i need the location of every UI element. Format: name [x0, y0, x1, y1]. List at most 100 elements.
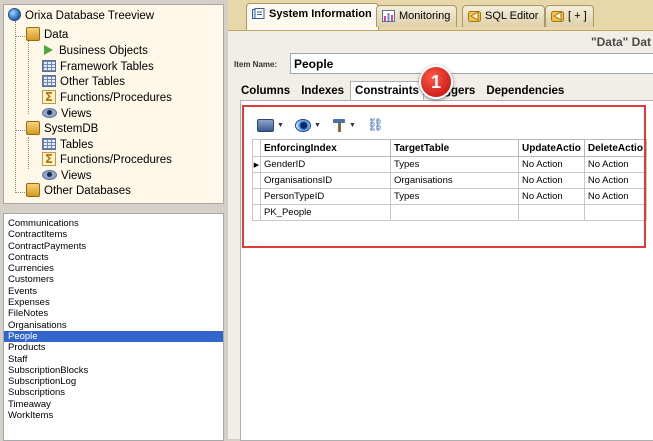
column-header[interactable]: DeleteActio: [583, 139, 647, 157]
list-item[interactable]: Expenses: [4, 297, 223, 308]
list-item[interactable]: People: [4, 330, 223, 343]
tab-label: Monitoring: [399, 10, 451, 22]
list-item[interactable]: Contracts: [4, 252, 223, 263]
sigma-icon: Σ: [42, 90, 56, 104]
table-cell[interactable]: [583, 204, 647, 221]
column-header[interactable]: TargetTable: [390, 139, 519, 157]
tree-node-label: Data: [44, 29, 69, 42]
table-grid-icon: [42, 137, 56, 150]
tree-node-views[interactable]: Views: [42, 107, 91, 122]
table-cell[interactable]: GenderID: [260, 156, 391, 173]
table-cell[interactable]: No Action: [583, 156, 647, 173]
globe-icon: [8, 8, 21, 22]
list-item[interactable]: SubscriptionLog: [4, 376, 223, 387]
tree-node-other-tables[interactable]: Other Tables: [42, 74, 125, 90]
list-item[interactable]: Organisations: [4, 320, 223, 331]
tools-icon[interactable]: [332, 119, 346, 132]
list-item[interactable]: Communications: [4, 218, 223, 229]
eye-icon: [42, 107, 57, 118]
tree-node-functions-procedures[interactable]: Σ Functions/Procedures: [42, 90, 172, 106]
view-dropdown-icon[interactable]: ▼: [314, 122, 321, 129]
table-row[interactable]: OrganisationsID Organisations No Action No …: [252, 172, 647, 189]
system-info-icon: [252, 8, 265, 19]
list-item[interactable]: ContractItems: [4, 229, 223, 240]
tree-connector-line: [15, 192, 25, 193]
column-header[interactable]: UpdateActio: [518, 139, 585, 157]
tree-node-business-objects[interactable]: Business Objects: [42, 44, 148, 59]
list-item[interactable]: Currencies: [4, 263, 223, 274]
table-cell[interactable]: No Action: [583, 188, 647, 205]
list-item[interactable]: Staff: [4, 354, 223, 365]
table-cell[interactable]: PersonTypeID: [260, 188, 391, 205]
database-treeview: Orixa Database Treeview Data Business Ob…: [3, 4, 224, 204]
subtab-dependencies[interactable]: Dependencies: [481, 81, 569, 101]
tree-node-other-databases[interactable]: Other Databases: [26, 183, 131, 199]
tree-node-label: SystemDB: [44, 123, 99, 136]
tree-node-system-functions[interactable]: Σ Functions/Procedures: [42, 152, 172, 168]
list-item[interactable]: Products: [4, 342, 223, 353]
link-icon[interactable]: ⛓: [367, 119, 384, 132]
subtab-indexes[interactable]: Indexes: [296, 81, 349, 101]
database-icon: [26, 27, 40, 41]
item-name-field[interactable]: People: [290, 53, 653, 74]
table-row[interactable]: ▶ GenderID Types No Action No Action: [252, 156, 647, 173]
table-row[interactable]: PersonTypeID Types No Action No Action: [252, 188, 647, 205]
tree-connector-line: [15, 130, 25, 131]
tree-node-framework-tables[interactable]: Framework Tables: [42, 59, 154, 75]
table-cell[interactable]: [390, 204, 519, 221]
grid-toolbar: ▼ ▼ ▼ ⛓: [257, 119, 384, 135]
row-indicator-header: [252, 139, 261, 157]
tree-node-system-tables[interactable]: Tables: [42, 137, 93, 153]
table-row[interactable]: PK_People: [252, 204, 647, 221]
table-cell[interactable]: No Action: [518, 172, 585, 189]
tab-monitoring[interactable]: Monitoring: [376, 5, 458, 27]
column-header[interactable]: EnforcingIndex: [260, 139, 391, 157]
list-item[interactable]: ContractPayments: [4, 241, 223, 252]
print-dropdown-icon[interactable]: ▼: [277, 122, 284, 129]
print-icon[interactable]: [257, 119, 274, 132]
row-indicator: [252, 172, 261, 189]
table-cell[interactable]: [518, 204, 585, 221]
constraints-grid[interactable]: EnforcingIndex TargetTable UpdateActio D…: [252, 139, 647, 221]
tab-add-new[interactable]: [ + ]: [545, 5, 594, 27]
header-bar: "Data" Dat: [228, 31, 653, 53]
table-list-items: Communications ContractItems ContractPayme…: [4, 218, 223, 421]
tree-node-label: Other Databases: [44, 185, 131, 198]
list-item[interactable]: Customers: [4, 274, 223, 285]
subtab-bar: Columns Indexes Constraints Triggers Depende…: [236, 81, 570, 101]
eye-icon: [42, 169, 57, 180]
tree-node-label: Business Objects: [59, 45, 148, 57]
monitoring-icon: [382, 10, 395, 22]
tree-root[interactable]: Orixa Database Treeview: [8, 8, 154, 24]
tab-strip: System Information Monitoring SQL Editor…: [228, 0, 653, 31]
tools-dropdown-icon[interactable]: ▼: [349, 122, 356, 129]
list-item[interactable]: Events: [4, 286, 223, 297]
tree-node-system-views[interactable]: Views: [42, 169, 91, 184]
table-cell[interactable]: Types: [390, 156, 519, 173]
tree-connector-line: [28, 137, 29, 169]
tree-node-label: Views: [61, 170, 92, 182]
list-item[interactable]: SubscriptionBlocks: [4, 365, 223, 376]
tab-sql-editor[interactable]: SQL Editor: [462, 5, 546, 27]
table-cell[interactable]: No Action: [583, 172, 647, 189]
table-list[interactable]: Communications ContractItems ContractPayme…: [3, 213, 224, 441]
row-indicator: ▶: [252, 156, 261, 173]
table-cell[interactable]: No Action: [518, 188, 585, 205]
list-item[interactable]: FileNotes: [4, 308, 223, 319]
subtab-columns[interactable]: Columns: [236, 81, 295, 101]
list-item[interactable]: Timeaway: [4, 399, 223, 410]
tab-system-information[interactable]: System Information: [246, 3, 379, 30]
tree-connector-line: [15, 21, 16, 191]
table-cell[interactable]: No Action: [518, 156, 585, 173]
table-cell[interactable]: OrganisationsID: [260, 172, 391, 189]
subtab-constraints[interactable]: Constraints: [350, 81, 424, 100]
view-icon[interactable]: [295, 119, 311, 132]
list-item[interactable]: WorkItems: [4, 410, 223, 421]
table-cell[interactable]: Types: [390, 188, 519, 205]
table-cell[interactable]: PK_People: [260, 204, 391, 221]
table-cell[interactable]: Organisations: [390, 172, 519, 189]
tree-node-data[interactable]: Data: [26, 27, 69, 43]
list-item[interactable]: Subscriptions: [4, 387, 223, 398]
tree-node-systemdb[interactable]: SystemDB: [26, 121, 99, 137]
tree-node-label: Functions/Procedures: [60, 154, 172, 167]
